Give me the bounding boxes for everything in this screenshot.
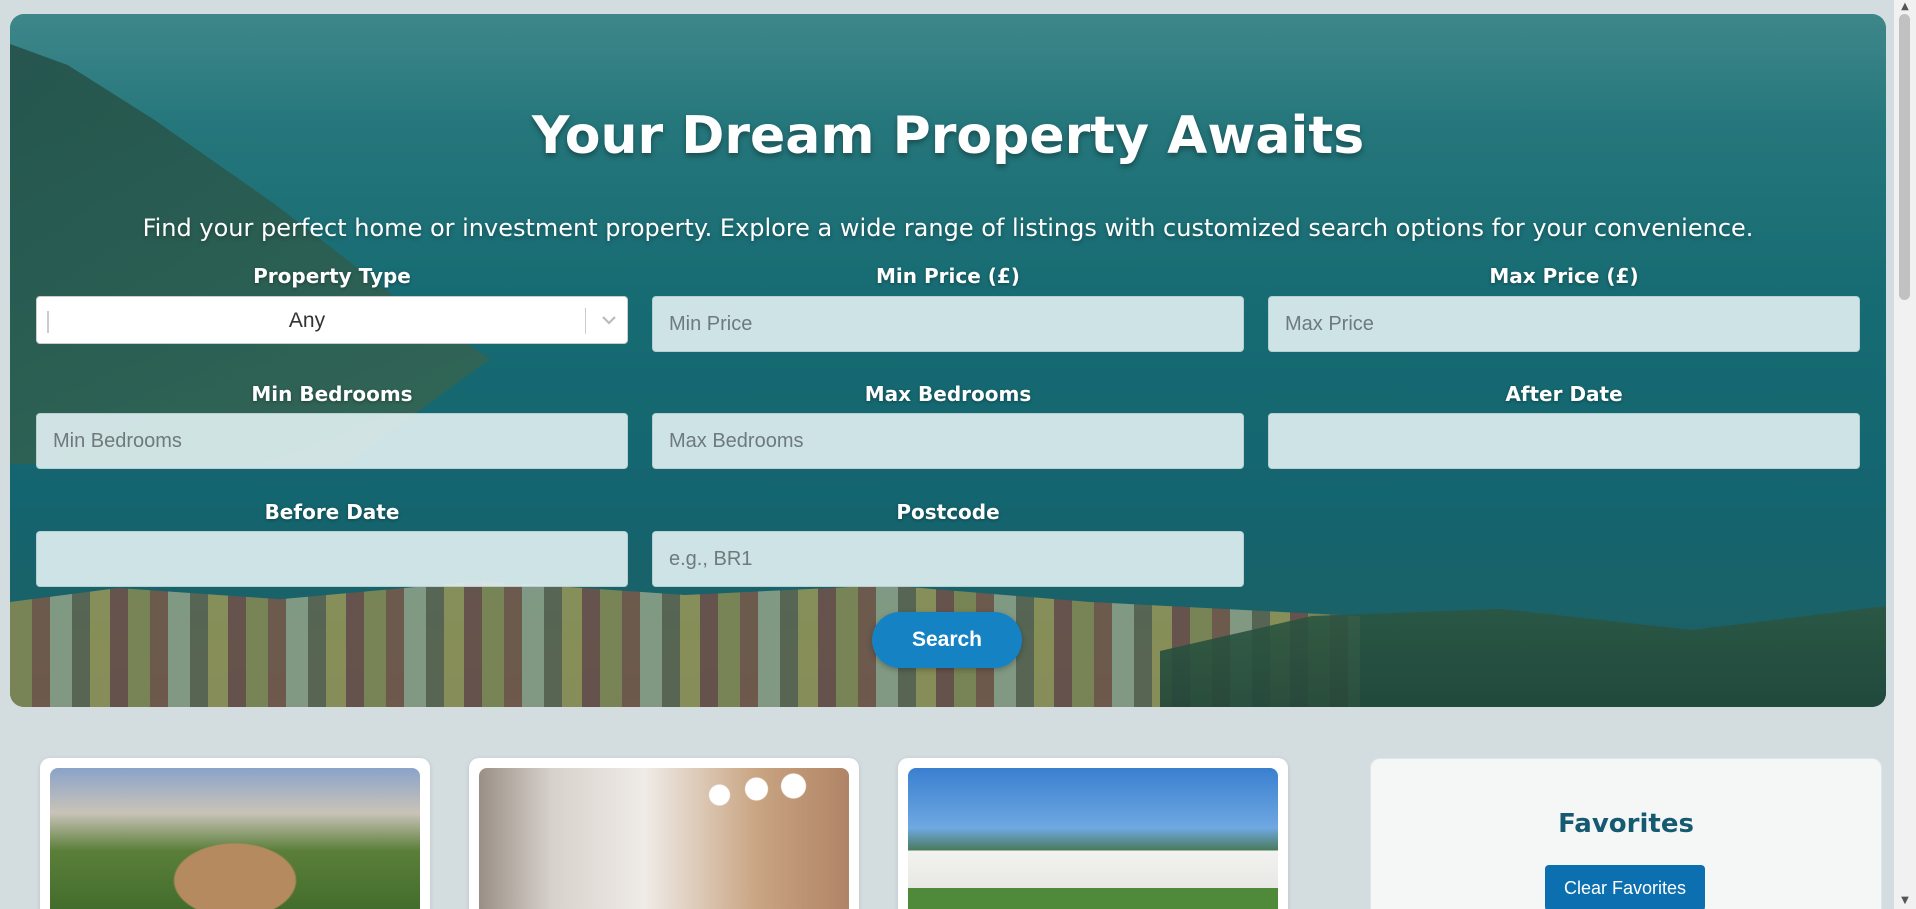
max-bedrooms-label: Max Bedrooms	[864, 382, 1032, 406]
max-bedrooms-input[interactable]	[652, 413, 1244, 469]
hero-subtitle: Find your perfect home or investment pro…	[142, 214, 1754, 242]
property-card[interactable]	[40, 758, 430, 909]
property-card[interactable]	[898, 758, 1288, 909]
scroll-down-icon[interactable]: ▼	[1899, 896, 1911, 906]
favorites-title: Favorites	[1558, 809, 1694, 839]
before-date-label: Before Date	[264, 500, 400, 524]
property-image[interactable]	[908, 768, 1278, 909]
min-bedrooms-label: Min Bedrooms	[251, 382, 413, 406]
max-price-input[interactable]	[1268, 296, 1860, 352]
chevron-down-icon[interactable]	[597, 305, 621, 335]
min-price-input[interactable]	[652, 296, 1244, 352]
property-type-label: Property Type	[253, 264, 411, 288]
postcode-label: Postcode	[896, 500, 1000, 524]
scroll-up-icon[interactable]: ▲	[1899, 2, 1911, 12]
select-separator	[585, 308, 586, 334]
vertical-scrollbar[interactable]: ▲ ▼	[1894, 0, 1916, 909]
max-price-label: Max Price (£)	[1489, 264, 1639, 288]
after-date-label: After Date	[1505, 382, 1623, 406]
property-type-value: Any	[288, 309, 326, 332]
property-image[interactable]	[50, 768, 420, 909]
min-price-label: Min Price (£)	[876, 264, 1020, 288]
after-date-input[interactable]	[1268, 413, 1860, 469]
hero-title: Your Dream Property Awaits	[531, 106, 1365, 166]
property-type-select[interactable]: Any	[36, 296, 628, 344]
favorites-panel: Favorites Clear Favorites	[1370, 758, 1882, 909]
before-date-input[interactable]	[36, 531, 628, 587]
scrollbar-thumb[interactable]	[1899, 14, 1910, 300]
property-image[interactable]	[479, 768, 849, 909]
min-bedrooms-input[interactable]	[36, 413, 628, 469]
hero-banner: Your Dream Property Awaits Find your per…	[10, 14, 1886, 707]
search-button[interactable]: Search	[872, 612, 1022, 668]
postcode-input[interactable]	[652, 531, 1244, 587]
clear-favorites-button[interactable]: Clear Favorites	[1545, 865, 1705, 909]
property-card[interactable]	[469, 758, 859, 909]
